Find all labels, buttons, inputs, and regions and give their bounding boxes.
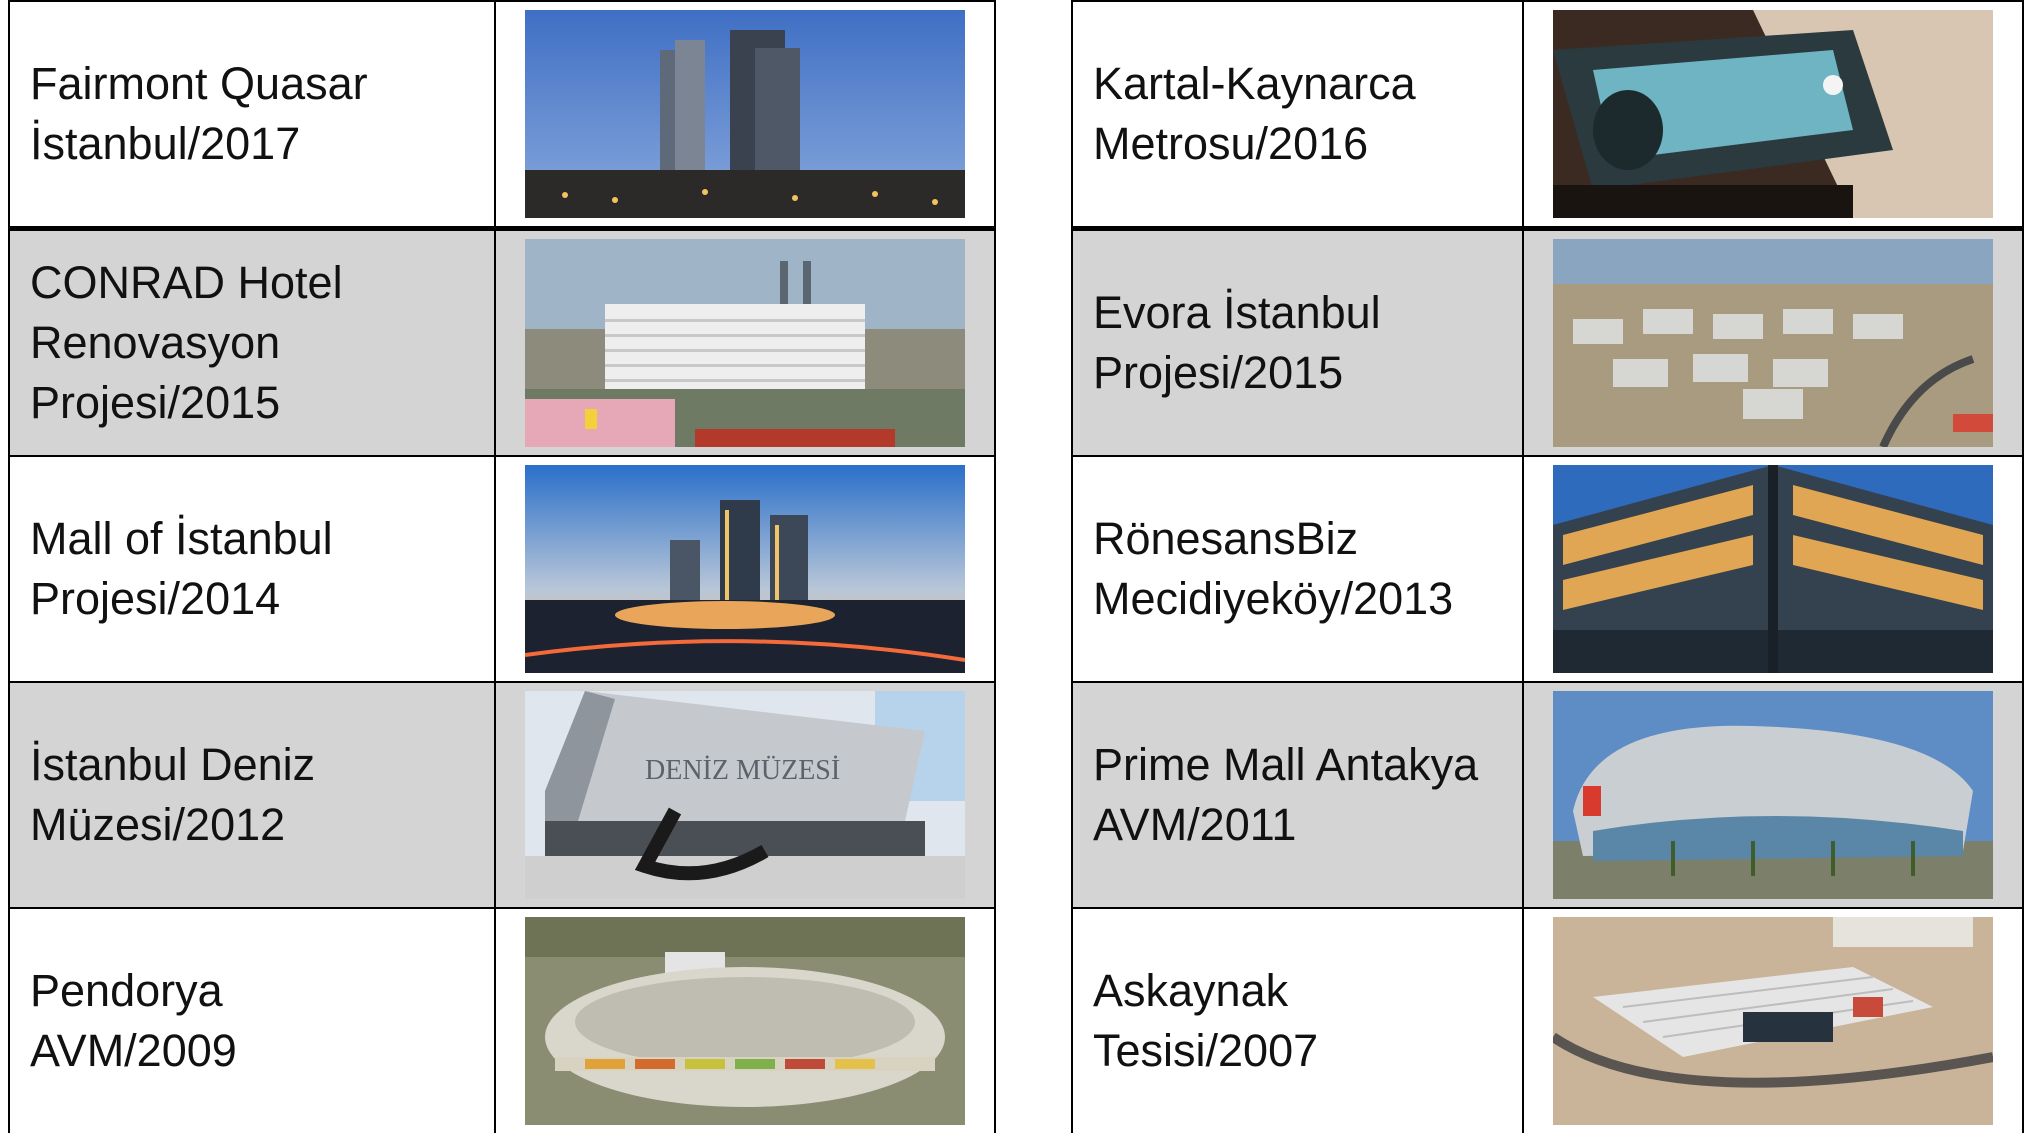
residential-complex-aerial-photo [1553, 239, 1993, 447]
project-label: RönesansBiz Mecidiyeköy/2013 [1093, 513, 1454, 624]
project-photo-cell [494, 907, 996, 1133]
project-label: Evora İstanbul Projesi/2015 [1093, 287, 1381, 398]
projects-table-right: Kartal-Kaynarca Metrosu/2016 Evora İstan… [1071, 0, 2024, 1133]
project-label: Mall of İstanbul Projesi/2014 [30, 513, 333, 624]
metro-train-photo [1553, 10, 1993, 218]
project-photo-cell [1522, 907, 2024, 1133]
project-cell: Prime Mall Antakya AVM/2011 [1071, 681, 1524, 909]
project-cell: Askaynak Tesisi/2007 [1071, 907, 1524, 1133]
project-photo-cell: DENİZ MÜZESİ [494, 681, 996, 909]
project-photo-cell [1522, 681, 2024, 909]
table-row: İstanbul Deniz Müzesi/2012 DENİZ MÜZESİ [8, 681, 996, 909]
projects-table-left: Fairmont Quasar İstanbul/2017 CONRAD Hot… [8, 0, 996, 1133]
table-row: Kartal-Kaynarca Metrosu/2016 [1071, 0, 2024, 231]
project-photo-cell [494, 227, 996, 457]
project-photo-cell [494, 0, 996, 231]
project-cell: Mall of İstanbul Projesi/2014 [8, 455, 496, 683]
table-row: Evora İstanbul Projesi/2015 [1071, 227, 2024, 457]
project-label: İstanbul Deniz Müzesi/2012 [30, 739, 316, 850]
table-row: Prime Mall Antakya AVM/2011 [1071, 681, 2024, 909]
project-label: Askaynak Tesisi/2007 [1093, 965, 1319, 1076]
project-label: Pendorya AVM/2009 [30, 965, 237, 1076]
maritime-museum-photo: DENİZ MÜZESİ [525, 691, 965, 899]
table-row: Askaynak Tesisi/2007 [1071, 907, 2024, 1133]
project-cell: CONRAD Hotel Renovasyon Projesi/2015 [8, 227, 496, 457]
project-photo-cell [1522, 0, 2024, 231]
project-cell: RönesansBiz Mecidiyeköy/2013 [1071, 455, 1524, 683]
industrial-facility-aerial-photo [1553, 917, 1993, 1125]
project-cell: Fairmont Quasar İstanbul/2017 [8, 0, 496, 231]
table-row: Fairmont Quasar İstanbul/2017 [8, 0, 996, 231]
table-row: Mall of İstanbul Projesi/2014 [8, 455, 996, 683]
project-photo-cell [494, 455, 996, 683]
glass-office-building-photo [1553, 465, 1993, 673]
project-photo-cell [1522, 455, 2024, 683]
project-label: Prime Mall Antakya AVM/2011 [1093, 739, 1479, 850]
table-row: CONRAD Hotel Renovasyon Projesi/2015 [8, 227, 996, 457]
twin-tower-hotel-photo [525, 10, 965, 218]
project-cell: İstanbul Deniz Müzesi/2012 [8, 681, 496, 909]
project-cell: Evora İstanbul Projesi/2015 [1071, 227, 1524, 457]
table-row: RönesansBiz Mecidiyeköy/2013 [1071, 455, 2024, 683]
project-label: Fairmont Quasar İstanbul/2017 [30, 58, 368, 169]
oval-mall-aerial-photo [525, 917, 965, 1125]
table-row: Pendorya AVM/2009 [8, 907, 996, 1133]
project-label: Kartal-Kaynarca Metrosu/2016 [1093, 58, 1416, 169]
project-cell: Kartal-Kaynarca Metrosu/2016 [1071, 0, 1524, 231]
curved-mall-photo [1553, 691, 1993, 899]
museum-sign-text: DENİZ MÜZESİ [645, 755, 840, 786]
mall-towers-dusk-photo [525, 465, 965, 673]
project-label: CONRAD Hotel Renovasyon Projesi/2015 [30, 257, 343, 428]
project-photo-cell [1522, 227, 2024, 457]
project-cell: Pendorya AVM/2009 [8, 907, 496, 1133]
hotel-bridge-photo [525, 239, 965, 447]
